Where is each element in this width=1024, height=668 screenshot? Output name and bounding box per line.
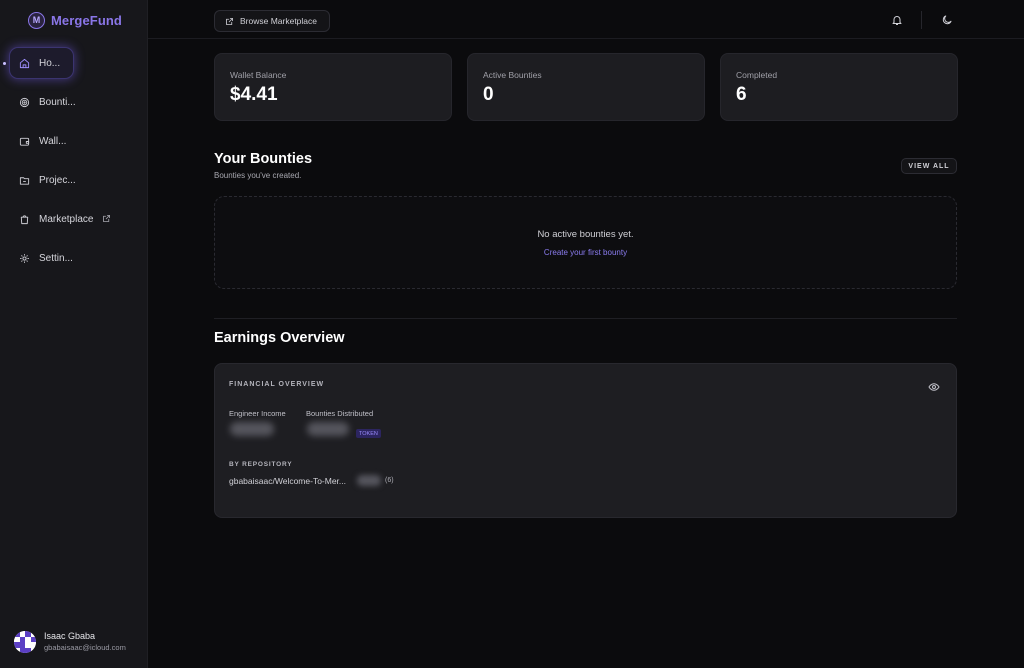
by-repository-title: BY REPOSITORY [229, 461, 293, 468]
engineer-income-label: Engineer Income [229, 409, 286, 418]
home-icon [19, 58, 30, 69]
sidebar-item-label: Marketplace [39, 213, 94, 225]
section-divider [214, 318, 957, 319]
moon-icon[interactable] [940, 13, 954, 27]
sidebar-item-marketplace[interactable]: Marketplace [10, 204, 130, 234]
create-first-bounty-link[interactable]: Create your first bounty [215, 248, 956, 257]
shopping-bag-icon [19, 214, 30, 225]
user-name: Isaac Gbaba [44, 631, 96, 641]
financial-overview-card: FINANCIAL OVERVIEW Engineer Income Bount… [214, 363, 957, 518]
bounties-distributed-hidden-value [307, 422, 349, 436]
sidebar-item-label: Settin... [39, 252, 73, 264]
sidebar-item-projects[interactable]: Projec... [10, 165, 76, 195]
repository-name[interactable]: gbabaisaac/Welcome-To-Mer... [229, 476, 346, 486]
top-bar: Browse Marketplace [148, 0, 1024, 39]
gear-icon [19, 253, 30, 264]
token-badge: TOKEN [356, 429, 381, 438]
active-bounties-card: Active Bounties 0 [467, 53, 705, 121]
sidebar-item-settings[interactable]: Settin... [10, 243, 73, 273]
wallet-icon [19, 136, 30, 147]
brand-name: MergeFund [51, 12, 122, 28]
browse-marketplace-button[interactable]: Browse Marketplace [214, 10, 330, 32]
earnings-overview-title: Earnings Overview [214, 330, 345, 346]
stat-label: Active Bounties [483, 70, 542, 80]
sidebar-item-label: Bounti... [39, 96, 76, 108]
sidebar-item-label: Wall... [39, 135, 67, 147]
sidebar-nav: Ho... Bounti... Wall... Projec... Market… [0, 48, 148, 282]
engineer-income-hidden-value [230, 422, 274, 436]
active-indicator [3, 62, 6, 65]
your-bounties-title: Your Bounties [214, 151, 313, 167]
your-bounties-subtitle: Bounties you've created. [214, 171, 302, 180]
brand[interactable]: M MergeFund [28, 10, 122, 30]
avatar [14, 631, 36, 653]
sidebar-item-label: Ho... [39, 57, 61, 69]
browse-marketplace-label: Browse Marketplace [240, 16, 318, 26]
eye-icon[interactable] [928, 380, 940, 392]
view-all-button[interactable]: VIEW ALL [901, 158, 957, 174]
sidebar-item-bounties[interactable]: Bounti... [10, 87, 76, 117]
sidebar-item-label: Projec... [39, 174, 76, 186]
completed-card: Completed 6 [720, 53, 958, 121]
sidebar-item-home[interactable]: Ho... [3, 48, 73, 78]
repository-count: (6) [385, 477, 394, 484]
folder-icon [19, 175, 30, 186]
stat-label: Completed [736, 70, 778, 80]
user-profile[interactable]: Isaac Gbaba gbabaisaac@icloud.com [14, 631, 126, 653]
external-link-icon [225, 17, 234, 26]
financial-overview-title: FINANCIAL OVERVIEW [229, 381, 325, 388]
wallet-balance-card: Wallet Balance $4.41 [214, 53, 452, 121]
mergefund-logo: M [28, 11, 45, 29]
stat-value: $4.41 [230, 84, 278, 105]
target-icon [19, 97, 30, 108]
divider [921, 11, 922, 29]
empty-state-text: No active bounties yet. [537, 229, 634, 240]
sidebar: M MergeFund Ho... Bounti... Wall... Proj… [0, 0, 148, 668]
bounties-empty-state: No active bounties yet. Create your firs… [214, 196, 957, 289]
repository-hidden-value [357, 475, 381, 486]
stat-label: Wallet Balance [230, 70, 287, 80]
sidebar-item-wallet[interactable]: Wall... [10, 126, 73, 156]
stat-value: 6 [736, 84, 747, 105]
external-link-icon [102, 214, 113, 225]
bounties-distributed-label: Bounties Distributed [306, 409, 374, 418]
user-email: gbabaisaac@icloud.com [44, 643, 126, 652]
bell-icon[interactable] [890, 13, 904, 27]
stat-value: 0 [483, 84, 494, 105]
